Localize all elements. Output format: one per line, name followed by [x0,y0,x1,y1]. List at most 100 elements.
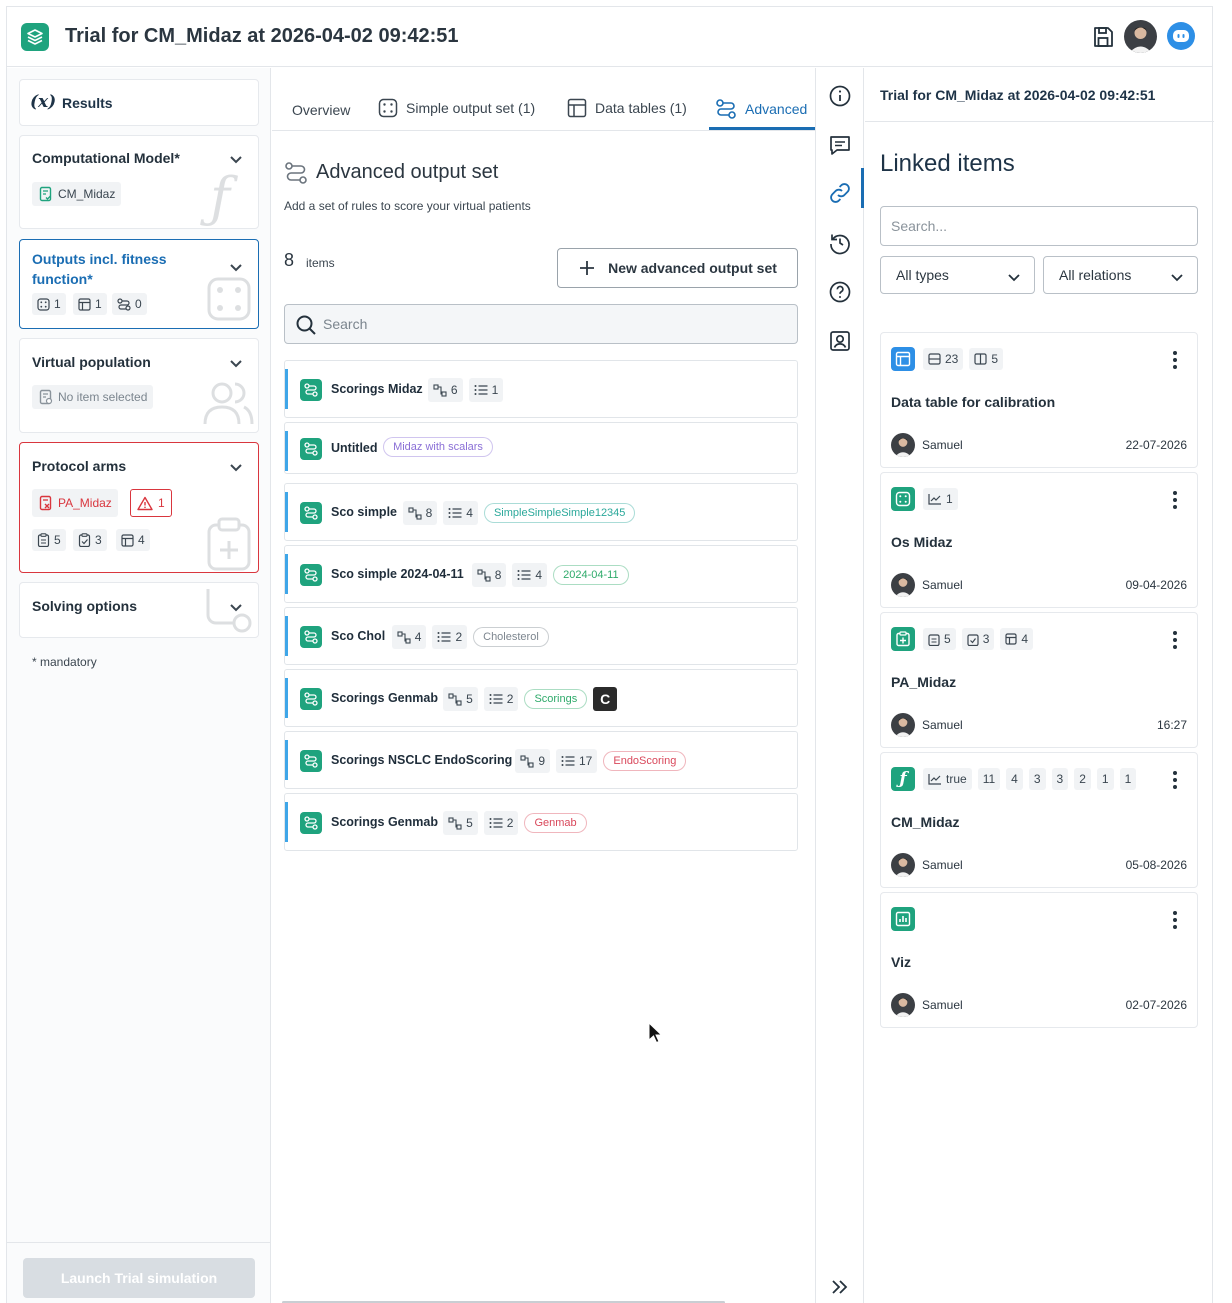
tab-simple-output-set[interactable]: Simple output set (1) [378,98,535,118]
users-watermark-icon [203,382,254,425]
linked-item-name: Os Midaz [891,534,953,550]
advanced-output-set-row[interactable]: Sco simple 8 4 SimpleSimpleSimple12345 [284,483,798,541]
advanced-output-set-row[interactable]: Sco Chol 4 2 Cholesterol [284,607,798,665]
tab-advanced-output-set-label: Advanced [745,101,808,117]
relation-filter-select[interactable]: All relations [1043,256,1198,294]
protocol-arm-chip[interactable]: PA_Midaz [32,489,118,517]
linked-item-name: CM_Midaz [891,814,960,830]
linked-item-card[interactable]: 1 Os Midaz Samuel 09-04-2026 [880,472,1198,608]
route-icon [300,688,322,710]
more-options-icon[interactable] [1173,771,1177,792]
items-count-badge: 4 [512,563,548,587]
linked-item-badges: 1 [923,488,958,510]
function-icon: ƒ [891,767,915,791]
more-options-icon[interactable] [1173,491,1177,512]
advanced-output-set-row[interactable]: Sco simple 2024-04-11 8 4 2024-04-11 [284,545,798,603]
linked-item-name: PA_Midaz [891,674,957,690]
more-options-icon[interactable] [1173,351,1177,372]
items-count-badge: 2 [483,811,519,835]
save-icon[interactable] [1091,25,1115,49]
search-input[interactable]: Search [284,304,798,344]
chevron-down-icon[interactable] [228,259,244,275]
mandatory-note: * mandatory [32,655,97,669]
help-icon[interactable] [828,280,852,304]
new-advanced-output-set-button[interactable]: New advanced output set [557,248,798,288]
linked-item-date: 05-08-2026 [1125,858,1187,872]
more-options-icon[interactable] [1173,911,1177,932]
linked-item-card[interactable]: ƒ true 11 4 3 3 2 1 1 CM_Midaz Samuel 05-08-2026 [880,752,1198,888]
data-table-count-value: 1 [95,297,102,311]
advanced-output-set-row[interactable]: Untitled Midaz with scalars [284,422,798,474]
item-count-label: items [306,256,335,270]
info-icon[interactable] [828,84,852,108]
chevron-down-icon[interactable] [228,459,244,475]
row-name: Untitled [331,441,378,455]
advanced-output-set-row[interactable]: Scorings Genmab 5 2 Genmab [284,793,798,851]
collapse-panel-icon[interactable] [828,1275,852,1299]
author-name: Samuel [922,998,963,1012]
row-tag: Scorings [524,689,588,709]
linked-item-badge: 2 [1074,768,1091,790]
launch-trial-button[interactable]: Launch Trial simulation [23,1258,255,1298]
rules-count-badge: 5 [443,811,478,835]
mouse-cursor-icon [648,1022,662,1044]
linked-item-badge: 5 [969,348,1004,370]
protocol-arms-card[interactable]: Protocol arms PA_Midaz 1 5 3 4 [19,442,259,573]
results-card[interactable]: (x) Results [19,79,259,126]
main-content: Overview Simple output set (1) Data tabl… [272,68,815,1303]
more-options-icon[interactable] [1173,631,1177,652]
rules-count-badge: 8 [471,563,507,587]
tab-data-tables[interactable]: Data tables (1) [567,98,687,118]
outputs-card[interactable]: Outputs incl. fitness function* 1 1 0 [19,239,259,329]
solving-options-card[interactable]: Solving options [19,582,259,638]
linked-item-card[interactable]: 23 5 Data table for calibration Samuel 22-07… [880,332,1198,468]
advanced-output-set-row[interactable]: Scorings Genmab 5 2 Scorings C [284,669,798,727]
items-count-badge: 2 [483,687,519,711]
row-name: Scorings Genmab [331,691,438,705]
comment-icon[interactable] [828,133,852,157]
user-avatar[interactable] [1124,20,1157,53]
section-title: Advanced output set [316,161,499,183]
route-icon [117,297,131,311]
outputs-title: Outputs incl. fitness function* [32,251,167,287]
linked-item-date: 16:27 [1156,718,1187,732]
app-window: Trial for CM_Midaz at 2026-04-02 09:42:5… [6,6,1214,1303]
tab-simple-output-set-label: Simple output set (1) [406,100,536,116]
author-avatar [891,713,915,737]
virtual-population-card[interactable]: Virtual population No item selected [19,338,259,433]
data-table-icon [891,347,915,371]
type-filter-select[interactable]: All types [880,256,1035,294]
author-avatar [891,993,915,1017]
settings-path-watermark-icon [206,589,252,633]
chevron-down-icon[interactable] [228,355,244,371]
virtual-population-chip[interactable]: No item selected [32,385,154,409]
trial-config-sidebar: (x) Results Computational Model* CM_Mida… [7,68,271,1303]
route-icon [300,502,322,524]
computational-model-chip[interactable]: CM_Midaz [32,182,122,206]
route-icon [300,564,322,586]
linked-items-search-input[interactable]: Search... [880,206,1198,246]
history-icon[interactable] [828,231,852,255]
route-icon [300,438,322,460]
tab-advanced-output-set[interactable]: Advanced [715,98,807,120]
file-error-icon [39,495,52,511]
author-avatar [891,853,915,877]
linked-item-badge: 11 [977,768,1001,790]
advanced-output-set-row[interactable]: Scorings NSCLC EndoScoring 9 17 EndoScoring [284,731,798,789]
link-icon[interactable] [828,181,852,205]
assistant-bot-icon[interactable] [1167,22,1195,50]
linked-items-panel: Trial for CM_Midaz at 2026-04-02 09:42:5… [865,68,1214,1303]
advanced-output-set-row[interactable]: Scorings Midaz 6 1 [284,360,798,418]
chevron-down-icon[interactable] [228,151,244,167]
tab-overview[interactable]: Overview [292,102,350,118]
file-question-icon [39,389,53,405]
protocol-warning-badge[interactable]: 1 [130,489,172,517]
computational-model-card[interactable]: Computational Model* CM_Midaz ƒ [19,135,259,229]
row-name: Sco simple 2024-04-11 [331,567,464,581]
linked-item-card[interactable]: 5 3 4 PA_Midaz Samuel 16:27 [880,612,1198,748]
linked-item-badge: 1 [1119,768,1137,790]
protocol-count-value: 4 [138,533,145,547]
linked-item-card[interactable]: Viz Samuel 02-07-2026 [880,892,1198,1028]
app-logo-icon[interactable] [21,23,49,51]
contact-card-icon[interactable] [828,329,852,353]
